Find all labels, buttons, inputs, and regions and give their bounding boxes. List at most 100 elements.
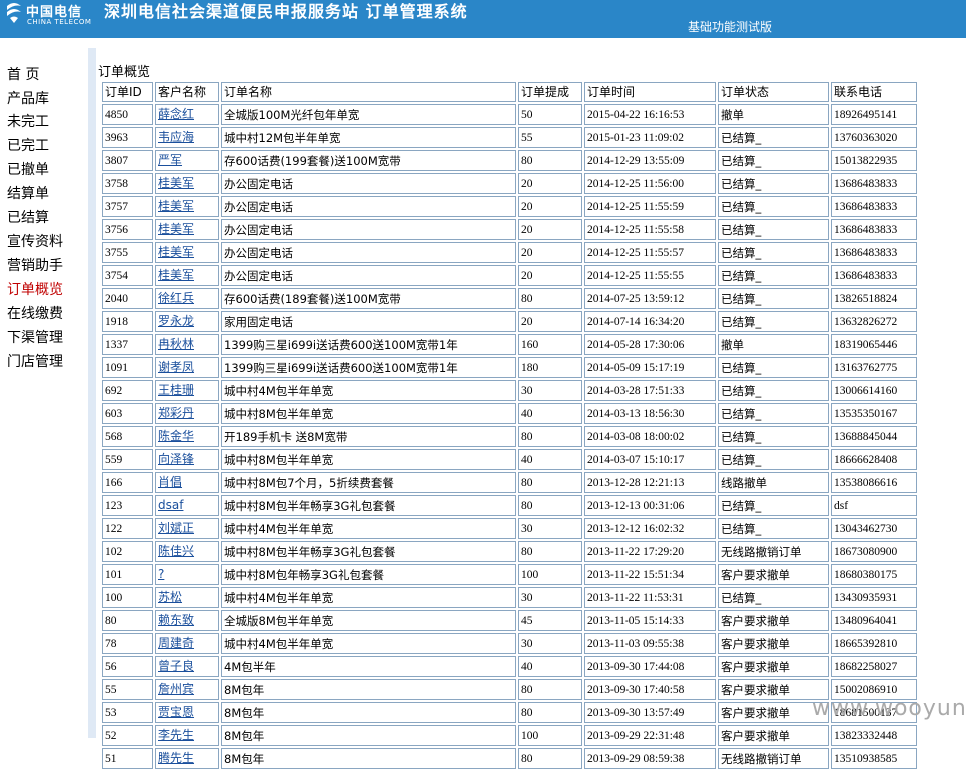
customer-name-link[interactable]: 陈金华 (158, 429, 194, 443)
phone-cell: 13686483833 (831, 242, 917, 263)
customer-name-link[interactable]: ? (158, 567, 164, 581)
order-status-cell: 客户要求撤单 (718, 633, 829, 654)
order-id-cell: 3758 (102, 173, 153, 194)
sidebar-item[interactable]: 下渠管理 (7, 327, 63, 347)
sidebar-item[interactable]: 首 页 (7, 64, 39, 84)
sidebar-item[interactable]: 已完工 (7, 135, 49, 155)
customer-name-cell: 陈金华 (155, 426, 219, 447)
sidebar-item[interactable]: 在线缴费 (7, 303, 63, 323)
sidebar-item[interactable]: 未完工 (7, 111, 49, 131)
order-time-cell: 2015-01-23 11:09:02 (584, 127, 716, 148)
customer-name-link[interactable]: 腾先生 (158, 751, 194, 765)
order-status-cell: 客户要求撤单 (718, 656, 829, 677)
order-name-cell: 城中村4M包半年单宽 (221, 380, 516, 401)
table-row: 1337 冉秋林 1399购三星i699i送话费600送100M宽带1年 160 201… (102, 334, 917, 355)
customer-name-link[interactable]: 冉秋林 (158, 337, 194, 351)
customer-name-link[interactable]: 王桂珊 (158, 383, 194, 397)
order-status-cell: 已结算_ (718, 426, 829, 447)
commission-cell: 40 (518, 403, 582, 424)
customer-name-link[interactable]: 贾宝恩 (158, 705, 194, 719)
sidebar-item[interactable]: 已结算 (7, 207, 49, 227)
customer-name-link[interactable]: 曾子良 (158, 659, 194, 673)
order-time-cell: 2013-12-28 12:21:13 (584, 472, 716, 493)
phone-cell: 18680380175 (831, 564, 917, 585)
order-id-cell: 3754 (102, 265, 153, 286)
phone-cell: 13043462730 (831, 518, 917, 539)
sidebar-item[interactable]: 营销助手 (7, 255, 63, 275)
customer-name-link[interactable]: 詹州宾 (158, 682, 194, 696)
sidebar-item[interactable]: 结算单 (7, 183, 49, 203)
customer-name-link[interactable]: 徐红兵 (158, 291, 194, 305)
sidebar-item[interactable]: 产品库 (7, 88, 49, 108)
order-name-cell: 城中村8M包7个月，5折续费套餐 (221, 472, 516, 493)
customer-name-cell: 桂美军 (155, 219, 219, 240)
order-name-cell: 城中村12M包半年单宽 (221, 127, 516, 148)
order-name-cell: 1399购三星i699i送话费600送100M宽带1年 (221, 334, 516, 355)
order-status-cell: 已结算_ (718, 449, 829, 470)
customer-name-link[interactable]: 韦应海 (158, 130, 194, 144)
customer-name-link[interactable]: 李先生 (158, 728, 194, 742)
commission-cell: 30 (518, 633, 582, 654)
sidebar-item[interactable]: 订单概览 (7, 279, 63, 299)
customer-name-link[interactable]: 桂美军 (158, 268, 194, 282)
order-name-cell: 城中村4M包半年单宽 (221, 633, 516, 654)
order-id-cell: 78 (102, 633, 153, 654)
customer-name-link[interactable]: 苏松 (158, 590, 182, 604)
commission-cell: 20 (518, 311, 582, 332)
customer-name-cell: 詹州宾 (155, 679, 219, 700)
commission-cell: 30 (518, 518, 582, 539)
customer-name-link[interactable]: 严军 (158, 153, 182, 167)
site-title: 深圳电信社会渠道便民申报服务站 订单管理系统 (104, 2, 468, 21)
commission-cell: 80 (518, 541, 582, 562)
sidebar-item[interactable]: 宣传资料 (7, 231, 63, 251)
order-id-cell: 3757 (102, 196, 153, 217)
order-time-cell: 2013-11-22 11:53:31 (584, 587, 716, 608)
customer-name-link[interactable]: 向泽锋 (158, 452, 194, 466)
customer-name-link[interactable]: 薛念红 (158, 107, 194, 121)
customer-name-cell: 肖倡 (155, 472, 219, 493)
sidebar-item[interactable]: 门店管理 (7, 351, 63, 371)
column-header: 订单名称 (221, 82, 516, 102)
table-row: 122 刘斌正 城中村4M包半年单宽 30 2013-12-12 16:02:32 已结算… (102, 518, 917, 539)
table-row: 78 周建奇 城中村4M包半年单宽 30 2013-11-03 09:55:38 客户要求… (102, 633, 917, 654)
customer-name-link[interactable]: 赖东致 (158, 613, 194, 627)
customer-name-cell: 陈佳兴 (155, 541, 219, 562)
commission-cell: 80 (518, 426, 582, 447)
customer-name-link[interactable]: 郑彩丹 (158, 406, 194, 420)
order-status-cell: 已结算_ (718, 587, 829, 608)
phone-cell: 13480964041 (831, 610, 917, 631)
order-name-cell: 办公固定电话 (221, 265, 516, 286)
customer-name-link[interactable]: 肖倡 (158, 475, 182, 489)
order-name-cell: 办公固定电话 (221, 219, 516, 240)
order-id-cell: 568 (102, 426, 153, 447)
customer-name-cell: 郑彩丹 (155, 403, 219, 424)
sidebar-item[interactable]: 已撤单 (7, 159, 49, 179)
phone-cell: 13686483833 (831, 265, 917, 286)
customer-name-link[interactable]: 桂美军 (158, 199, 194, 213)
customer-name-link[interactable]: 周建奇 (158, 636, 194, 650)
order-id-cell: 3755 (102, 242, 153, 263)
customer-name-link[interactable]: 桂美军 (158, 176, 194, 190)
customer-name-cell: 王桂珊 (155, 380, 219, 401)
commission-cell: 20 (518, 219, 582, 240)
customer-name-link[interactable]: 刘斌正 (158, 521, 194, 535)
order-id-cell: 559 (102, 449, 153, 470)
order-time-cell: 2014-03-07 15:10:17 (584, 449, 716, 470)
customer-name-link[interactable]: 罗永龙 (158, 314, 194, 328)
phone-cell: 15013822935 (831, 150, 917, 171)
table-row: 1091 谢孝凤 1399购三星i699i送话费600送100M宽带1年 180 201… (102, 357, 917, 378)
order-time-cell: 2014-03-13 18:56:30 (584, 403, 716, 424)
commission-cell: 80 (518, 288, 582, 309)
table-row: 51 腾先生 8M包年 80 2013-09-29 08:59:38 无线路撤销订单 135… (102, 748, 917, 769)
phone-cell: 13686483833 (831, 219, 917, 240)
customer-name-link[interactable]: 陈佳兴 (158, 544, 194, 558)
phone-cell: dsf (831, 495, 917, 516)
customer-name-link[interactable]: 桂美军 (158, 222, 194, 236)
watermark-text: www.wooyun.org (812, 696, 966, 721)
table-row: 3758 桂美军 办公固定电话 20 2014-12-25 11:56:00 已结算_ 13… (102, 173, 917, 194)
customer-name-cell: 严军 (155, 150, 219, 171)
customer-name-link[interactable]: 谢孝凤 (158, 360, 194, 374)
phone-cell: 13535350167 (831, 403, 917, 424)
customer-name-link[interactable]: 桂美军 (158, 245, 194, 259)
customer-name-link[interactable]: dsaf (158, 498, 183, 512)
